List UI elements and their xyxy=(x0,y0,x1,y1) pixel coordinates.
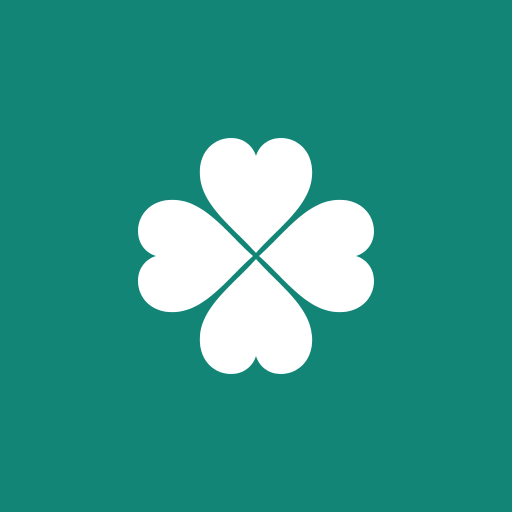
app-icon xyxy=(0,0,512,512)
four-leaf-clover-icon xyxy=(138,138,374,374)
